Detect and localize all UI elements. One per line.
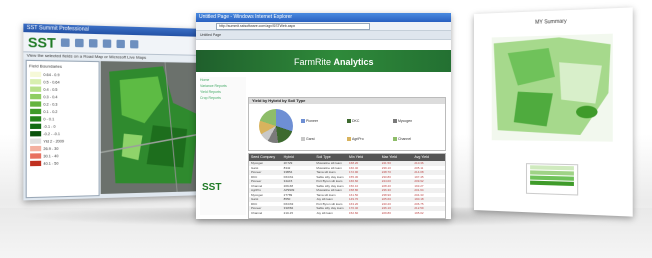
pie-legend-item: Garst bbox=[301, 136, 347, 142]
table-cell: 152.60 bbox=[349, 210, 359, 215]
pie-legend-label: Pioneer bbox=[306, 119, 319, 123]
pie-legend-swatch bbox=[301, 137, 305, 142]
table-cell: 195.02 bbox=[414, 210, 424, 215]
legend-label: 0.64 - 0.9 bbox=[43, 72, 60, 77]
legend-swatch bbox=[30, 138, 42, 144]
legend-swatch bbox=[30, 86, 42, 92]
yield-table: Seed Company Hybrid Soil Type Min Yield Max … bbox=[248, 153, 446, 219]
legend-label: 40.1 - 50 bbox=[43, 160, 59, 166]
pie-legend-item: Mycogen bbox=[393, 118, 439, 124]
address-input[interactable]: http://summit.sstsoftware.com/agx/SSTWeb… bbox=[216, 22, 370, 30]
field-map[interactable] bbox=[101, 61, 206, 194]
legend-label: 30.1 - 40 bbox=[43, 153, 59, 159]
legend-row: 40.1 - 50 bbox=[30, 159, 98, 168]
pie-legend-label: AgriPro bbox=[352, 137, 364, 141]
legend-label: -0.1 - 0 bbox=[43, 124, 56, 129]
table-cell: 229.80 bbox=[381, 210, 391, 215]
legend-swatch bbox=[30, 160, 42, 167]
table-cell: Channel bbox=[251, 210, 263, 215]
open-icon[interactable] bbox=[75, 38, 84, 48]
address-bar: http://summit.sstsoftware.com/agx/SSTWeb… bbox=[196, 22, 451, 31]
legend-label: 0.1 - 0.2 bbox=[43, 109, 58, 114]
legend-label: 0.5 - 0.64 bbox=[43, 79, 60, 85]
report-legend-swatch bbox=[530, 180, 574, 187]
browser-tab[interactable]: Untitled Page bbox=[196, 31, 451, 40]
side-nav: Home Variance Reports Yield Reports Crop… bbox=[200, 77, 246, 215]
legend-swatch bbox=[30, 131, 42, 137]
panel-title: Yield by Hybrid by Soil Type bbox=[249, 98, 445, 104]
pie-legend-swatch bbox=[393, 137, 397, 142]
pie-legend-item: DKC bbox=[347, 118, 393, 124]
table-header-cell[interactable]: Max Yield bbox=[380, 154, 413, 161]
table-header-cell[interactable]: Min Yield bbox=[347, 154, 380, 161]
maps-icon[interactable] bbox=[103, 39, 112, 48]
pie-legend-swatch bbox=[347, 119, 351, 124]
pie-legend-item: AgriPro bbox=[347, 136, 393, 142]
legend-swatch bbox=[30, 145, 42, 152]
legend-label: 0.3 - 0.4 bbox=[43, 94, 58, 99]
pie-legend: Pioneer DKC Mycogen Garst AgriPro Channel bbox=[301, 109, 451, 145]
report-title: MY Summary bbox=[535, 18, 567, 26]
table-row[interactable]: Channel 210-15 Joy silt loam 152.60 229.80 19… bbox=[249, 211, 445, 216]
table-header-cell[interactable]: Soil Type bbox=[314, 154, 347, 161]
legend-swatch bbox=[30, 123, 42, 130]
layer-legend: Field Boundaries 0.64 - 0.9 0.5 - 0.64 0.4… bbox=[25, 59, 100, 199]
new-icon[interactable] bbox=[61, 38, 70, 47]
pie-chart bbox=[259, 109, 293, 143]
legend-label: 0.2 - 0.3 bbox=[43, 101, 58, 107]
legend-swatch bbox=[30, 101, 42, 107]
browser-window: Untitled Page - Windows Internet Explore… bbox=[196, 13, 451, 219]
table-header: Seed Company Hybrid Soil Type Min Yield Max … bbox=[249, 154, 445, 161]
legend-row: 0.1 - 0.2 bbox=[30, 108, 98, 115]
pie-legend-label: DKC bbox=[352, 119, 360, 123]
report-page: MY Summary bbox=[474, 7, 633, 217]
table-header-cell[interactable]: Seed Company bbox=[249, 154, 282, 161]
pie-legend-label: Garst bbox=[306, 137, 315, 141]
legend-swatch bbox=[30, 108, 42, 115]
records-icon[interactable] bbox=[89, 39, 98, 48]
pie-legend-swatch bbox=[347, 137, 351, 142]
report-map-image bbox=[491, 33, 613, 142]
browser-title: Untitled Page - Windows Internet Explore… bbox=[196, 13, 451, 22]
app-logo: SST bbox=[27, 33, 56, 51]
legend-swatch bbox=[30, 93, 42, 100]
pie-legend-item: Channel bbox=[393, 136, 439, 142]
pie-legend-label: Mycogen bbox=[398, 119, 413, 123]
legend-rows: 0.64 - 0.9 0.5 - 0.64 0.4 - 0.5 0.3 - 0.4 0.… bbox=[27, 71, 99, 168]
pie-legend-item: Pioneer bbox=[301, 118, 347, 124]
legend-swatch bbox=[30, 116, 42, 122]
legend-label: 0 - 0.1 bbox=[43, 116, 55, 121]
field-map-image bbox=[101, 61, 206, 194]
report-map bbox=[487, 29, 618, 146]
brand-logo: FarmRite Analytics bbox=[294, 57, 374, 67]
legend-label: 26.9 - 30 bbox=[43, 146, 59, 151]
pie-legend-label: Channel bbox=[398, 137, 412, 141]
legend-swatch bbox=[30, 153, 42, 159]
table-body: Mycogen 2K729 Muscatine silt loam 168.20 241… bbox=[249, 161, 445, 215]
pie-legend-swatch bbox=[393, 119, 397, 124]
side-logo: SST bbox=[202, 182, 222, 193]
report-legend bbox=[525, 163, 579, 196]
legend-label: 0.4 - 0.5 bbox=[43, 87, 58, 92]
legend-label: -0.2 - -0.1 bbox=[43, 131, 61, 136]
brand-second: Analytics bbox=[333, 57, 374, 67]
help-icon[interactable] bbox=[130, 40, 139, 49]
pie-panel: Yield by Hybrid by Soil Type Pioneer DKC M… bbox=[248, 97, 446, 151]
sst-desktop-window: SST Summit Professional SST View the sel… bbox=[23, 23, 209, 201]
reports-icon[interactable] bbox=[116, 39, 126, 49]
pie-legend-swatch bbox=[301, 119, 305, 124]
legend-label: Yld 2 - 2009 bbox=[43, 138, 65, 144]
legend-swatch bbox=[30, 71, 42, 78]
legend-swatch bbox=[30, 79, 42, 85]
side-nav-crop[interactable]: Crop Reports bbox=[200, 95, 246, 101]
table-header-cell[interactable]: Avg Yield bbox=[412, 154, 445, 161]
table-cell: 210-15 bbox=[283, 210, 294, 215]
brand-main: FarmRite bbox=[294, 57, 332, 67]
table-cell: Joy silt loam bbox=[316, 210, 333, 215]
table-header-cell[interactable]: Hybrid bbox=[282, 154, 315, 161]
legend-row: 0.2 - 0.3 bbox=[30, 100, 98, 108]
